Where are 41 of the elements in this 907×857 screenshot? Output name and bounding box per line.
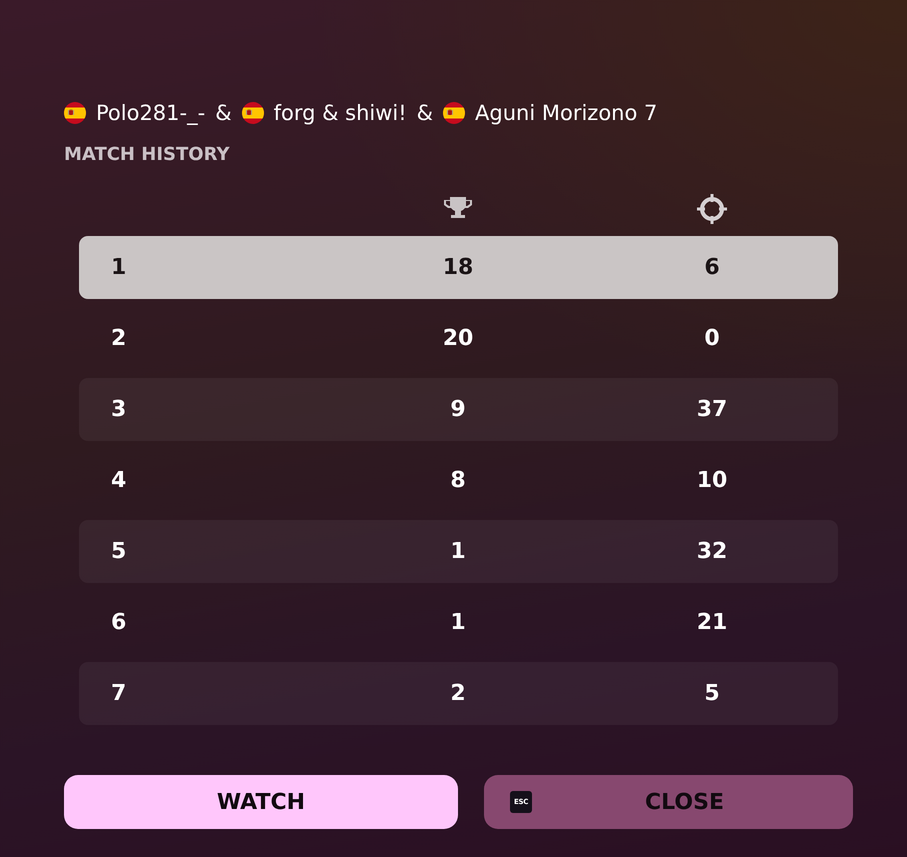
table-cell: 3 [111, 396, 126, 422]
table-row[interactable]: 4 8 10 [79, 449, 838, 512]
table-cell: 1 [450, 610, 466, 636]
table-row[interactable]: 3 9 37 [79, 378, 838, 441]
table-cell: 1 [450, 538, 466, 564]
section-title: MATCH HISTORY [64, 144, 230, 166]
table-cell: 6 [704, 254, 720, 280]
trophy-icon [443, 197, 473, 221]
table-cell: 8 [450, 468, 466, 494]
table-cell: 18 [442, 254, 474, 280]
player-name: Polo281-_- [96, 100, 206, 126]
button-label: CLOSE [644, 790, 725, 814]
table-cell: 5 [111, 538, 126, 564]
flag-icon [242, 102, 264, 124]
table-cell: 4 [111, 468, 126, 494]
player-name: forg & shiwi! [274, 100, 407, 126]
table-row[interactable]: 2 20 0 [79, 307, 838, 370]
player-name: Aguni Morizono 7 [475, 100, 658, 126]
table-row[interactable]: 1 18 6 [79, 236, 838, 299]
table-cell: 32 [696, 538, 728, 564]
flag-icon [443, 102, 466, 124]
table-row[interactable]: 7 2 5 [79, 662, 838, 725]
table-cell: 2 [111, 326, 126, 352]
table-cell: 37 [696, 396, 728, 422]
table-cell: 20 [442, 326, 474, 352]
crosshair-icon [696, 193, 728, 225]
separator-text: & [416, 100, 434, 126]
flag-icon [64, 102, 86, 124]
table-row[interactable]: 5 1 32 [79, 520, 838, 583]
table-cell: 2 [450, 680, 466, 706]
table-cell: 5 [704, 680, 720, 706]
table-cell: 1 [111, 254, 126, 280]
watch-button[interactable]: WATCH [64, 775, 458, 829]
table-cell: 21 [696, 610, 728, 636]
table-cell: 7 [111, 680, 126, 706]
table-cell: 6 [111, 610, 126, 636]
table-row[interactable]: 6 1 21 [79, 591, 838, 654]
table-cell: 10 [696, 468, 728, 494]
separator-text: & [215, 100, 232, 126]
table-cell: 9 [450, 396, 466, 422]
table-cell: 0 [704, 326, 720, 352]
